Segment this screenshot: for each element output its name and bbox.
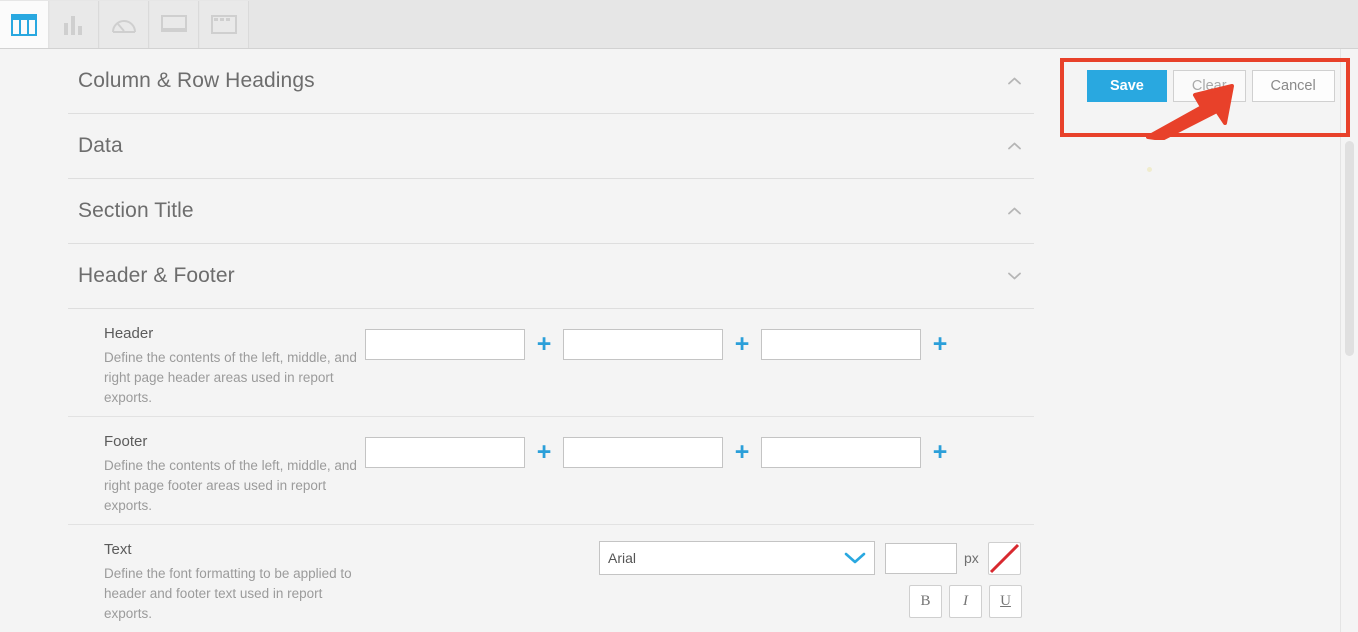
header-fields: + + + bbox=[365, 329, 959, 360]
bar-chart-icon bbox=[62, 14, 86, 36]
plus-icon[interactable]: + bbox=[921, 332, 959, 357]
section-title-text: Data bbox=[78, 134, 123, 157]
section-title-text: Section Title bbox=[78, 199, 194, 222]
clear-button[interactable]: Clear bbox=[1172, 70, 1246, 102]
header-row-label: Header Define the contents of the left, … bbox=[104, 325, 364, 408]
bold-button[interactable]: B bbox=[909, 585, 942, 618]
toolbar-tab-display[interactable] bbox=[150, 1, 199, 48]
plus-icon[interactable]: + bbox=[723, 332, 761, 357]
top-toolbar bbox=[0, 0, 1358, 49]
plus-icon[interactable]: + bbox=[525, 440, 563, 465]
chevron-down-icon[interactable] bbox=[1004, 266, 1024, 286]
header-row: Header Define the contents of the left, … bbox=[68, 309, 1034, 417]
toolbar-tab-gauge[interactable] bbox=[100, 1, 149, 48]
save-button[interactable]: Save bbox=[1087, 70, 1167, 102]
table-grid-icon bbox=[11, 13, 37, 36]
text-label: Text bbox=[104, 541, 132, 558]
footer-row: Footer Define the contents of the left, … bbox=[68, 417, 1034, 525]
section-section-title[interactable]: Section Title bbox=[68, 179, 1034, 244]
footer-row-label: Footer Define the contents of the left, … bbox=[104, 433, 364, 516]
chevron-up-icon[interactable] bbox=[1004, 136, 1024, 156]
section-data[interactable]: Data bbox=[68, 114, 1034, 179]
settings-panel: Column & Row Headings Data Section Title… bbox=[0, 49, 1340, 632]
footer-label: Footer bbox=[104, 433, 148, 450]
cancel-button[interactable]: Cancel bbox=[1251, 70, 1335, 102]
header-description: Define the contents of the left, middle,… bbox=[104, 350, 357, 405]
monitor-icon bbox=[161, 14, 187, 35]
vertical-scrollbar-track[interactable] bbox=[1340, 49, 1358, 632]
footer-right-input[interactable] bbox=[761, 437, 921, 468]
section-header-footer[interactable]: Header & Footer bbox=[68, 244, 1034, 309]
no-color-swatch[interactable] bbox=[987, 541, 1021, 575]
window-tabs-icon bbox=[211, 14, 237, 35]
vertical-scrollbar-thumb[interactable] bbox=[1345, 141, 1354, 356]
chevron-up-icon[interactable] bbox=[1004, 71, 1024, 91]
chevron-up-icon[interactable] bbox=[1004, 201, 1024, 221]
text-row: Text Define the font formatting to be ap… bbox=[68, 525, 1034, 632]
footer-description: Define the contents of the left, middle,… bbox=[104, 458, 357, 513]
footer-middle-input[interactable] bbox=[563, 437, 723, 468]
font-controls: Arial px bbox=[599, 541, 1021, 575]
plus-icon[interactable]: + bbox=[525, 332, 563, 357]
toolbar-tab-table[interactable] bbox=[0, 1, 49, 48]
header-label: Header bbox=[104, 325, 154, 342]
section-title-text: Column & Row Headings bbox=[78, 69, 315, 92]
italic-button[interactable]: I bbox=[949, 585, 982, 618]
font-size-input[interactable] bbox=[885, 542, 957, 574]
text-description: Define the font formatting to be applied… bbox=[104, 566, 352, 621]
action-buttons: Save Clear Cancel bbox=[1087, 70, 1335, 102]
toolbar-tab-chart[interactable] bbox=[50, 1, 99, 48]
toolbar-tab-window[interactable] bbox=[200, 1, 249, 48]
text-style-buttons: B I U bbox=[909, 585, 1022, 618]
font-family-value: Arial bbox=[608, 550, 637, 566]
footer-left-input[interactable] bbox=[365, 437, 525, 468]
text-row-label: Text Define the font formatting to be ap… bbox=[104, 541, 364, 624]
chevron-down-icon[interactable] bbox=[844, 552, 866, 565]
footer-fields: + + + bbox=[365, 437, 959, 468]
header-middle-input[interactable] bbox=[563, 329, 723, 360]
underline-button[interactable]: U bbox=[989, 585, 1022, 618]
decorative-dot bbox=[1147, 167, 1152, 172]
section-title-text: Header & Footer bbox=[78, 264, 235, 287]
unit-label: px bbox=[964, 550, 979, 566]
gauge-icon bbox=[111, 14, 137, 36]
section-column-row-headings[interactable]: Column & Row Headings bbox=[68, 49, 1034, 114]
plus-icon[interactable]: + bbox=[723, 440, 761, 465]
header-right-input[interactable] bbox=[761, 329, 921, 360]
header-left-input[interactable] bbox=[365, 329, 525, 360]
settings-content: Column & Row Headings Data Section Title… bbox=[68, 49, 1034, 632]
font-family-select[interactable]: Arial bbox=[599, 541, 875, 575]
plus-icon[interactable]: + bbox=[921, 440, 959, 465]
